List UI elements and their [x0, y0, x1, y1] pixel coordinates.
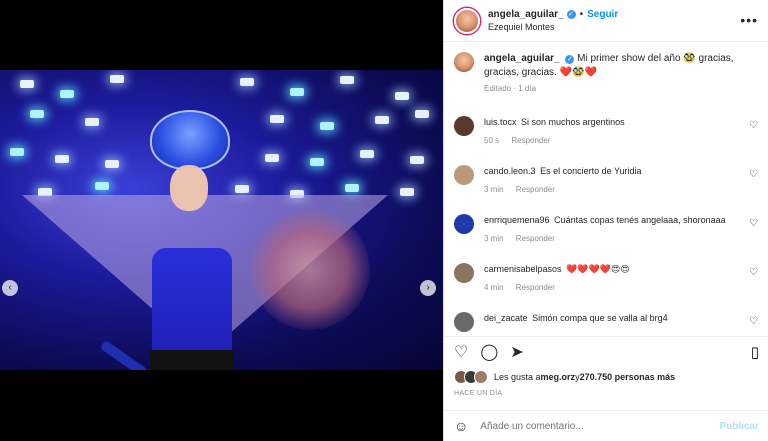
comment-like-heart-icon[interactable]: ♡: [749, 169, 758, 180]
reply-button[interactable]: Responder: [516, 332, 555, 333]
liker-avatars: [454, 370, 488, 384]
comment-text: Simón compa que se valla al brg4: [532, 313, 668, 323]
comment-text: ❤️❤️❤️❤️😍😍: [566, 264, 630, 274]
comments-list: luis.tocx Si son muchos argentinos 50 s …: [454, 116, 758, 333]
follow-button[interactable]: Seguir: [587, 9, 618, 20]
separator-dot: •: [579, 9, 584, 20]
caption-username[interactable]: angela_aguilar_: [484, 53, 560, 64]
singer-face: [170, 165, 208, 211]
commenter-avatar[interactable]: [454, 214, 474, 234]
post-header: angela_aguilar_ ✓ • Seguir Ezequiel Mont…: [444, 0, 768, 42]
comments-scroll[interactable]: angela_aguilar_ ✓ Mi primer show del año…: [444, 42, 768, 333]
liker-username[interactable]: meg.orz: [541, 372, 576, 382]
comment-item: dei_zacate Simón compa que se valla al b…: [454, 312, 758, 333]
like-heart-icon[interactable]: ♡: [454, 342, 468, 362]
commenter-avatar[interactable]: [454, 263, 474, 283]
comment-time[interactable]: 50 s: [484, 136, 499, 145]
caption-meta: Editado · 1 día: [484, 84, 537, 93]
post-sidebar: angela_aguilar_ ✓ • Seguir Ezequiel Mont…: [443, 0, 768, 441]
more-options-icon[interactable]: •••: [740, 12, 758, 28]
verified-icon: ✓: [566, 10, 576, 19]
carousel-next-button[interactable]: ›: [420, 280, 436, 296]
comment-item: luis.tocx Si son muchos argentinos 50 s …: [454, 116, 758, 145]
verified-icon: ✓: [565, 55, 575, 64]
publish-button[interactable]: Publicar: [720, 421, 759, 432]
likes-prefix: Les gusta a: [494, 372, 541, 382]
commenter-avatar[interactable]: [454, 312, 474, 332]
screen-face: [250, 210, 370, 330]
reply-button[interactable]: Responder: [516, 185, 555, 194]
comment-item: cando.leon.3 Es el concierto de Yuridia …: [454, 165, 758, 194]
singer-body: [152, 248, 232, 358]
post-timestamp[interactable]: HACE UN DÍA: [454, 390, 502, 397]
commenter-avatar[interactable]: [454, 116, 474, 136]
likes-count[interactable]: 270.750 personas más: [580, 372, 676, 382]
likes-summary: Les gusta a meg.orz y 270.750 personas m…: [454, 370, 675, 384]
author-username[interactable]: angela_aguilar_: [488, 9, 564, 20]
action-bar: ♡ ◯ ➤ ▯: [444, 336, 768, 366]
commenter-username[interactable]: carmenisabelpasos: [484, 264, 562, 274]
commenter-username[interactable]: enrriquemena96: [484, 215, 550, 225]
singer-hat: [150, 110, 230, 170]
comment-time[interactable]: 8 min: [484, 332, 504, 333]
emoji-icon[interactable]: ☺: [454, 418, 468, 434]
comment-composer: ☺ Publicar: [444, 410, 768, 441]
commenter-username[interactable]: luis.tocx: [484, 117, 517, 127]
comment-time[interactable]: 4 min: [484, 283, 504, 292]
comment-text: Es el concierto de Yuridia: [540, 166, 642, 176]
author-avatar[interactable]: [454, 7, 480, 34]
carousel-prev-button[interactable]: ‹: [2, 280, 18, 296]
comment-text: Cuántas copas tenés angelaaa, shoronaaa: [554, 215, 726, 225]
comment-time[interactable]: 3 min: [484, 234, 504, 243]
comment-like-heart-icon[interactable]: ♡: [749, 267, 758, 278]
caption-avatar[interactable]: [454, 52, 474, 72]
share-send-icon[interactable]: ➤: [510, 342, 523, 362]
reply-button[interactable]: Responder: [516, 234, 555, 243]
comment-like-heart-icon[interactable]: ♡: [749, 316, 758, 327]
post-location[interactable]: Ezequiel Montes: [488, 22, 618, 32]
liker-avatar: [474, 370, 488, 384]
commenter-username[interactable]: cando.leon.3: [484, 166, 536, 176]
comment-time[interactable]: 3 min: [484, 185, 504, 194]
comment-item: enrriquemena96 Cuántas copas tenés angel…: [454, 214, 758, 243]
comment-input[interactable]: [480, 420, 720, 432]
comment-item: carmenisabelpasos ❤️❤️❤️❤️😍😍 4 min Respo…: [454, 263, 758, 292]
comment-bubble-icon[interactable]: ◯: [480, 342, 498, 362]
commenter-avatar[interactable]: [454, 165, 474, 185]
post-caption: angela_aguilar_ ✓ Mi primer show del año…: [454, 52, 758, 96]
comment-like-heart-icon[interactable]: ♡: [749, 218, 758, 229]
post-media: ‹ ›: [0, 0, 443, 441]
comment-text: Si son muchos argentinos: [521, 117, 625, 127]
comment-like-heart-icon[interactable]: ♡: [749, 120, 758, 131]
bookmark-icon[interactable]: ▯: [751, 343, 759, 361]
singer-legs: [150, 350, 234, 370]
post-photo[interactable]: ‹ ›: [0, 70, 443, 370]
reply-button[interactable]: Responder: [511, 136, 550, 145]
commenter-username[interactable]: dei_zacate: [484, 313, 528, 323]
reply-button[interactable]: Responder: [516, 283, 555, 292]
